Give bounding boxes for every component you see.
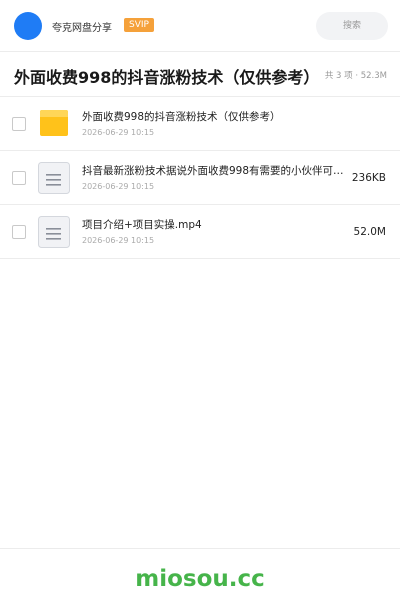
folder-title-bar: 外面收费998的抖音涨粉技术（仅供参考） 共 3 项 · 52.3M <box>0 52 400 97</box>
document-icon <box>38 162 70 194</box>
file-date: 2026-06-29 10:15 <box>82 236 155 245</box>
avatar[interactable] <box>14 12 42 40</box>
file-name[interactable]: 项目介绍+项目实操.mp4 <box>82 217 352 232</box>
share-header: 夸克网盘分享 SVIP 搜索 <box>0 0 400 52</box>
site-footer: miosou.cc <box>0 548 400 600</box>
file-size: 236KB <box>351 172 386 184</box>
search-button[interactable]: 搜索 <box>316 12 388 40</box>
row-checkbox[interactable] <box>12 117 26 131</box>
file-row-folder[interactable]: 外面收费998的抖音涨粉技术（仅供参考） 2026-06-29 10:15 <box>0 97 400 151</box>
svip-badge: SVIP <box>124 18 154 32</box>
file-date: 2026-06-29 10:15 <box>82 128 155 137</box>
file-row-document[interactable]: 抖音最新涨粉技术据说外面收费998有需要的小伙伴可以学习一下 2026-06-2… <box>0 151 400 205</box>
site-brand[interactable]: miosou.cc <box>0 549 400 600</box>
document-icon <box>38 216 70 248</box>
file-row-video[interactable]: 项目介绍+项目实操.mp4 2026-06-29 10:15 52.0M <box>0 205 400 259</box>
file-name[interactable]: 外面收费998的抖音涨粉技术（仅供参考） <box>82 109 352 124</box>
page-title: 外面收费998的抖音涨粉技术（仅供参考） <box>14 68 314 87</box>
file-date: 2026-06-29 10:15 <box>82 182 155 191</box>
file-name[interactable]: 抖音最新涨粉技术据说外面收费998有需要的小伙伴可以学习一下 <box>82 163 352 178</box>
file-summary: 共 3 项 · 52.3M <box>324 71 387 81</box>
row-checkbox[interactable] <box>12 171 26 185</box>
row-checkbox[interactable] <box>12 225 26 239</box>
folder-icon <box>40 110 68 136</box>
file-size: 52.0M <box>353 226 386 238</box>
share-owner-name: 夸克网盘分享 <box>52 23 112 34</box>
